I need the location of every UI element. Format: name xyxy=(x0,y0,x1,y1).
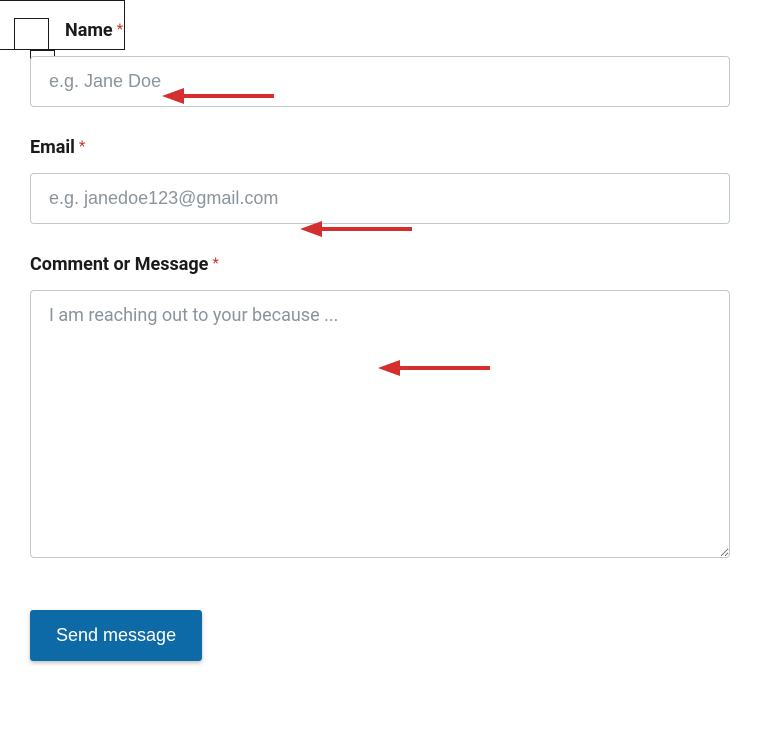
message-textarea[interactable] xyxy=(30,290,730,558)
email-label: Email xyxy=(30,137,75,158)
email-field-group: Email* xyxy=(30,137,730,224)
name-required-mark: * xyxy=(117,20,123,38)
name-field-group: Name* xyxy=(30,20,730,107)
message-label: Comment or Message xyxy=(30,254,208,275)
email-input[interactable] xyxy=(30,173,730,224)
send-message-button[interactable]: Send message xyxy=(30,610,202,661)
name-input[interactable] xyxy=(30,56,730,107)
contact-form: Name* Email* Comment or Message* Send me… xyxy=(0,0,760,681)
email-required-mark: * xyxy=(79,137,85,155)
name-label: Name xyxy=(65,20,113,41)
message-field-group: Comment or Message* xyxy=(30,254,730,562)
message-required-mark: * xyxy=(212,254,218,272)
